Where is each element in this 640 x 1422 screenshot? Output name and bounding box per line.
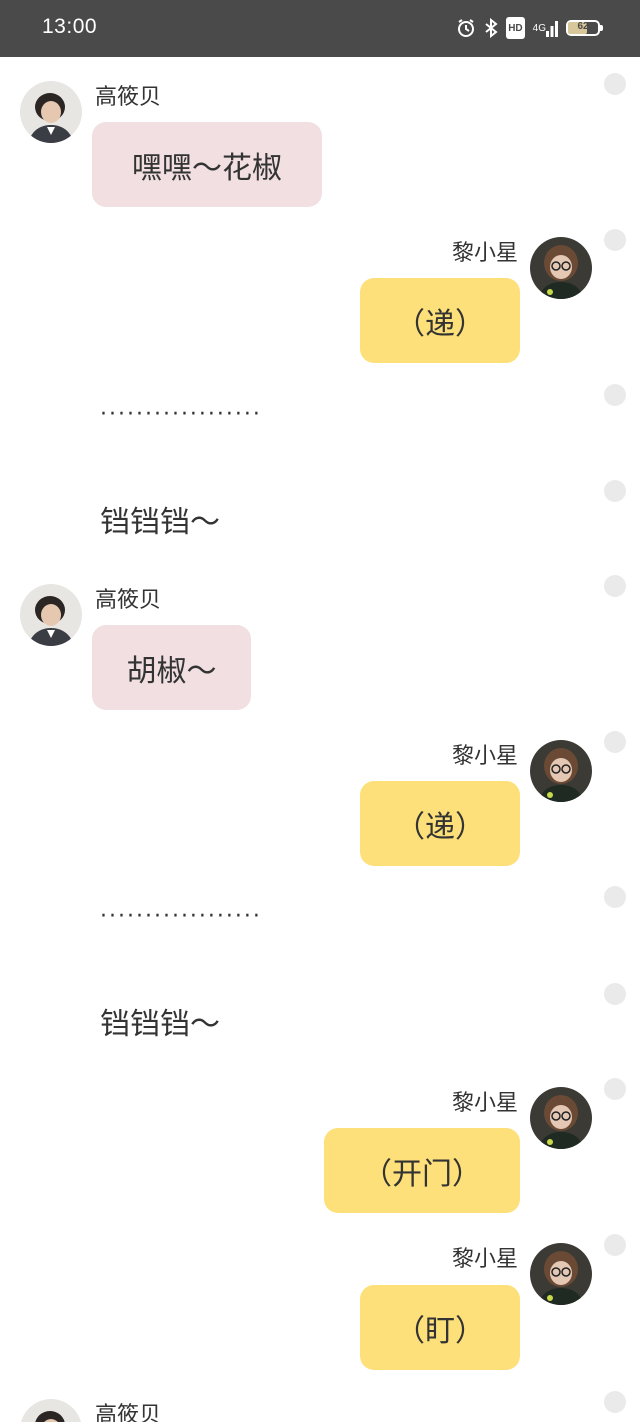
sender-name: 高筱贝	[95, 1403, 162, 1422]
avatar-li-xiaoxing[interactable]	[530, 1243, 592, 1305]
avatar-gao-xiaobei[interactable]	[20, 1399, 82, 1422]
select-dot[interactable]	[604, 731, 626, 753]
avatar-li-xiaoxing[interactable]	[530, 740, 592, 802]
avatar-li-xiaoxing[interactable]	[530, 237, 592, 299]
chat-bubble[interactable]: （开门）	[324, 1128, 520, 1213]
sender-name: 黎小星	[451, 744, 518, 769]
sender-name: 黎小星	[451, 1247, 518, 1272]
avatar-li-xiaoxing[interactable]	[530, 1087, 592, 1149]
chat-bubble[interactable]: （递）	[360, 781, 520, 866]
narration-text: 铛铛铛～	[100, 1007, 220, 1042]
sender-name: 黎小星	[451, 1091, 518, 1116]
chat-bubble[interactable]: （递）	[360, 278, 520, 363]
select-dot[interactable]	[604, 480, 626, 502]
select-dot[interactable]	[604, 575, 626, 597]
status-icons: HD 4G 62	[456, 17, 603, 39]
narration-text: 铛铛铛～	[100, 505, 220, 540]
sender-name: 黎小星	[451, 241, 518, 266]
avatar-gao-xiaobei[interactable]	[20, 81, 82, 143]
chat-bubble[interactable]: （盯）	[360, 1285, 520, 1370]
sender-name: 高筱贝	[95, 588, 162, 613]
narration-text: ··················	[100, 402, 262, 427]
select-dot[interactable]	[604, 1234, 626, 1256]
clock: 13:00	[42, 15, 98, 38]
select-dot[interactable]	[604, 886, 626, 908]
battery-icon: 62	[566, 17, 603, 39]
alarm-icon	[456, 17, 476, 39]
select-dot[interactable]	[604, 73, 626, 95]
network-label: 4G	[532, 22, 546, 34]
chat-bubble[interactable]: 胡椒～	[92, 625, 251, 710]
chat-area[interactable]: 高筱贝 嘿嘿～花椒 黎小星 （递） ·················· 铛铛铛…	[0, 57, 640, 1422]
sender-name: 高筱贝	[95, 85, 162, 110]
select-dot[interactable]	[604, 1078, 626, 1100]
chat-bubble[interactable]: 嘿嘿～花椒	[92, 122, 322, 207]
bluetooth-icon	[484, 17, 498, 39]
hd-icon: HD	[506, 17, 525, 39]
select-dot[interactable]	[604, 983, 626, 1005]
select-dot[interactable]	[604, 229, 626, 251]
signal-4g-icon: 4G	[533, 17, 558, 39]
status-bar: 13:00 HD 4G 62	[0, 0, 640, 57]
select-dot[interactable]	[604, 1391, 626, 1413]
battery-level: 62	[577, 21, 589, 32]
select-dot[interactable]	[604, 384, 626, 406]
avatar-gao-xiaobei[interactable]	[20, 584, 82, 646]
narration-text: ··················	[100, 904, 262, 929]
